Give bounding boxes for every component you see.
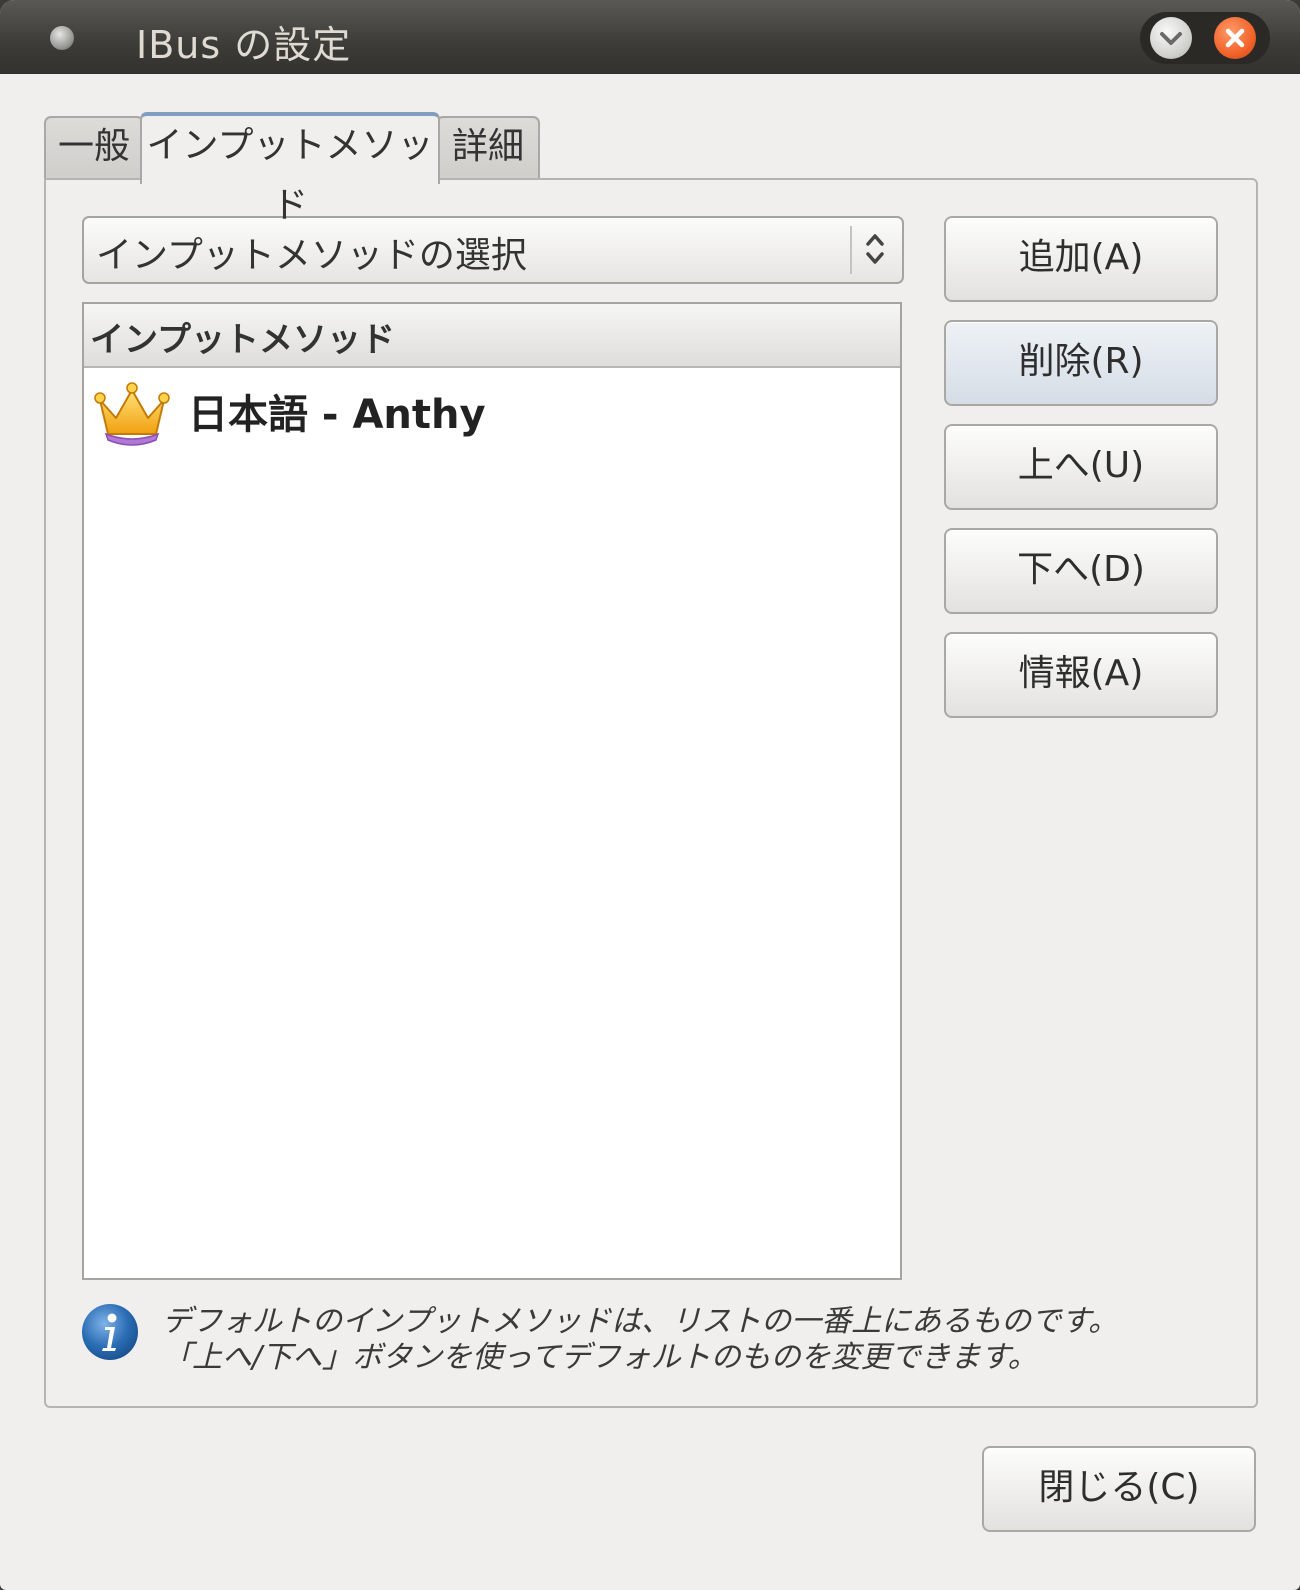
info-text-line2: 「上へ/下へ」ボタンを使ってデフォルトのものを変更できます。 bbox=[162, 1340, 1038, 1375]
crown-icon bbox=[94, 382, 170, 446]
select-separator bbox=[850, 226, 852, 274]
window-title: IBus の設定 bbox=[136, 23, 352, 67]
list-item[interactable]: 日本語 - Anthy bbox=[84, 370, 900, 454]
tab-input-method[interactable]: インプットメソッド bbox=[140, 112, 440, 226]
info-icon bbox=[82, 1304, 138, 1360]
info-button[interactable]: 情報(A) bbox=[944, 632, 1218, 718]
minimize-button[interactable] bbox=[1150, 17, 1192, 59]
close-button[interactable]: 閉じる(C) bbox=[982, 1446, 1256, 1532]
window-controls bbox=[1140, 12, 1270, 64]
input-method-list[interactable]: インプットメソッド 日本語 - Anthy bbox=[82, 302, 902, 1280]
window-menu-icon[interactable] bbox=[50, 26, 74, 50]
add-button[interactable]: 追加(A) bbox=[944, 216, 1218, 302]
move-down-button[interactable]: 下へ(D) bbox=[944, 528, 1218, 614]
list-item-label: 日本語 - Anthy bbox=[188, 392, 486, 438]
list-column-header-label: インプットメソッド bbox=[90, 320, 395, 360]
remove-button[interactable]: 削除(R) bbox=[944, 320, 1218, 406]
chevron-updown-icon bbox=[866, 234, 884, 264]
tab-advanced[interactable]: 詳細 bbox=[436, 116, 540, 180]
ibus-settings-window: IBus の設定 一般 インプットメソッド 詳細 インプットメソッドの選択 イン… bbox=[0, 0, 1300, 1590]
move-up-button[interactable]: 上へ(U) bbox=[944, 424, 1218, 510]
chevron-down-icon bbox=[1160, 32, 1182, 45]
list-column-header[interactable]: インプットメソッド bbox=[84, 304, 900, 368]
title-bar[interactable]: IBus の設定 bbox=[0, 0, 1300, 74]
tab-general[interactable]: 一般 bbox=[44, 116, 144, 180]
input-method-select[interactable]: インプットメソッドの選択 bbox=[82, 216, 904, 284]
window-close-button[interactable] bbox=[1214, 17, 1256, 59]
input-method-select-label: インプットメソッドの選択 bbox=[96, 235, 527, 276]
close-icon bbox=[1225, 28, 1245, 48]
